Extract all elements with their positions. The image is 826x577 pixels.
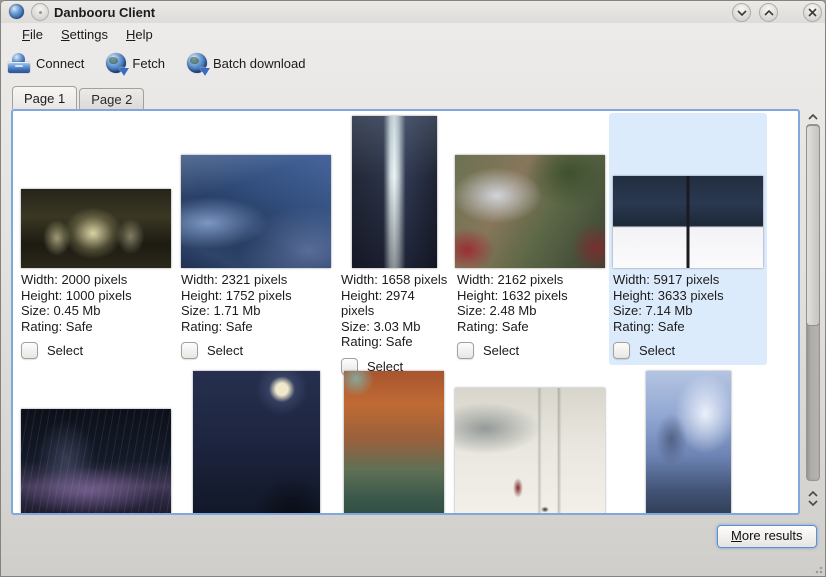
fetch-label: Fetch: [132, 56, 165, 71]
select-label: Select: [47, 343, 83, 358]
post-card: [177, 368, 335, 515]
chevron-up-icon: [808, 114, 818, 120]
tabbar: Page 1 Page 2: [12, 86, 144, 109]
chevron-down-icon: [737, 10, 747, 16]
post-rating: Rating: Safe: [341, 334, 451, 350]
post-card: [453, 368, 607, 515]
minimize-button[interactable]: [732, 3, 751, 22]
batch-download-button[interactable]: Batch download: [187, 53, 306, 73]
menu-file[interactable]: File: [13, 23, 52, 47]
post-width: Width: 2321 pixels: [181, 272, 335, 288]
chevron-up-icon: [764, 10, 774, 16]
post-thumbnail[interactable]: [455, 155, 605, 268]
toolbar: Connect Fetch Batch download: [1, 47, 825, 79]
post-thumbnail[interactable]: [455, 388, 605, 515]
select-label: Select: [639, 343, 675, 358]
pin-button[interactable]: [31, 3, 49, 21]
post-card: Width: 1658 pixels Height: 2974 pixels S…: [337, 113, 451, 365]
connect-button[interactable]: Connect: [8, 53, 84, 73]
close-icon: [808, 8, 817, 17]
post-thumbnail[interactable]: [193, 371, 320, 515]
post-rating: Rating: Safe: [457, 319, 607, 335]
post-width: Width: 2000 pixels: [21, 272, 175, 288]
post-height: Height: 2974 pixels: [341, 288, 451, 319]
post-thumbnail[interactable]: [344, 371, 444, 515]
post-height: Height: 1000 pixels: [21, 288, 175, 304]
menu-help[interactable]: Help: [117, 23, 162, 47]
select-label: Select: [483, 343, 519, 358]
results-scroll-area: Width: 2000 pixels Height: 1000 pixels S…: [11, 109, 800, 515]
vertical-scrollbar: [803, 109, 823, 515]
post-height: Height: 3633 pixels: [613, 288, 767, 304]
app-globe-icon[interactable]: [9, 4, 24, 19]
tab-page-1[interactable]: Page 1: [12, 86, 77, 109]
globe-download-icon: [106, 53, 126, 73]
post-thumbnail[interactable]: [613, 176, 763, 268]
post-card: Width: 2162 pixels Height: 1632 pixels S…: [453, 113, 607, 365]
window-title: Danbooru Client: [54, 5, 155, 20]
scroll-down-button[interactable]: [808, 500, 818, 506]
scrollbar-thumb[interactable]: [806, 125, 820, 326]
scroll-up-button[interactable]: [803, 109, 823, 124]
post-thumbnail[interactable]: [21, 189, 171, 268]
post-thumbnail[interactable]: [21, 409, 171, 515]
thumbnail-grid: Width: 2000 pixels Height: 1000 pixels S…: [13, 111, 798, 513]
resize-grip[interactable]: [815, 566, 823, 574]
post-width: Width: 2162 pixels: [457, 272, 607, 288]
maximize-button[interactable]: [759, 3, 778, 22]
post-size: Size: 0.45 Mb: [21, 303, 175, 319]
post-size: Size: 2.48 Mb: [457, 303, 607, 319]
post-thumbnail[interactable]: [352, 116, 437, 268]
post-width: Width: 1658 pixels: [341, 272, 451, 288]
post-height: Height: 1632 pixels: [457, 288, 607, 304]
post-size: Size: 1.71 Mb: [181, 303, 335, 319]
post-size: Size: 3.03 Mb: [341, 319, 451, 335]
menubar: File Settings Help: [1, 23, 825, 47]
post-rating: Rating: Safe: [21, 319, 175, 335]
post-rating: Rating: Safe: [613, 319, 767, 335]
tab-page-2[interactable]: Page 2: [79, 88, 144, 109]
post-card: Width: 2000 pixels Height: 1000 pixels S…: [17, 113, 175, 365]
post-height: Height: 1752 pixels: [181, 288, 335, 304]
post-card: [337, 368, 451, 515]
connect-icon: [8, 53, 30, 73]
select-checkbox[interactable]: [181, 342, 198, 359]
post-thumbnail[interactable]: [646, 371, 731, 515]
post-card: Width: 2321 pixels Height: 1752 pixels S…: [177, 113, 335, 365]
menu-settings[interactable]: Settings: [52, 23, 117, 47]
more-results-button[interactable]: More results: [717, 525, 817, 548]
batch-download-label: Batch download: [213, 56, 306, 71]
post-card: [609, 368, 767, 515]
select-checkbox[interactable]: [613, 342, 630, 359]
scroll-up-button[interactable]: [808, 491, 818, 497]
select-checkbox[interactable]: [457, 342, 474, 359]
post-rating: Rating: Safe: [181, 319, 335, 335]
close-button[interactable]: [803, 3, 822, 22]
post-thumbnail[interactable]: [181, 155, 331, 268]
post-size: Size: 7.14 Mb: [613, 303, 767, 319]
titlebar[interactable]: Danbooru Client: [1, 1, 825, 23]
fetch-button[interactable]: Fetch: [106, 53, 165, 73]
globe-download-icon: [187, 53, 207, 73]
danbooru-client-window: Danbooru Client File Settings Help Conne…: [0, 0, 826, 577]
post-card-highlighted: Width: 5917 pixels Height: 3633 pixels S…: [609, 113, 767, 365]
post-width: Width: 5917 pixels: [613, 272, 767, 288]
select-label: Select: [207, 343, 243, 358]
select-checkbox[interactable]: [21, 342, 38, 359]
connect-label: Connect: [36, 56, 84, 71]
scrollbar-track[interactable]: [806, 124, 820, 481]
post-card: [17, 368, 175, 515]
